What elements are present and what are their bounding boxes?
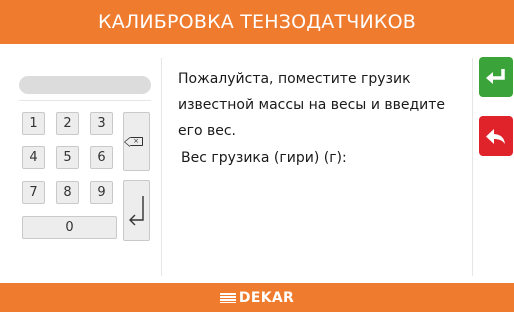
keypad-divider [161, 58, 162, 276]
key-2[interactable]: 2 [56, 112, 79, 135]
footer-bar: DEKAR [0, 283, 514, 312]
key-7[interactable]: 7 [22, 181, 45, 204]
keypad-separator [19, 100, 151, 101]
key-5[interactable]: 5 [56, 146, 79, 169]
enter-icon [128, 195, 144, 225]
key-6[interactable]: 6 [90, 146, 113, 169]
key-3[interactable]: 3 [90, 112, 113, 135]
brand-name: DEKAR [238, 289, 295, 306]
enter-button[interactable] [123, 180, 150, 241]
weight-label: Вес грузика (гири) (г): [181, 150, 347, 166]
instruction-text: Пожалуйста, поместите грузик известной м… [178, 71, 446, 139]
back-button[interactable] [479, 116, 513, 156]
key-4[interactable]: 4 [22, 146, 45, 169]
key-1[interactable]: 1 [22, 112, 45, 135]
value-display[interactable] [19, 76, 151, 94]
key-8[interactable]: 8 [56, 181, 79, 204]
key-9[interactable]: 9 [90, 181, 113, 204]
page-title: КАЛИБРОВКА ТЕНЗОДАТЧИКОВ [98, 11, 416, 33]
backspace-icon: × [124, 137, 143, 147]
undo-arrow-icon [486, 129, 505, 144]
header-bar: КАЛИБРОВКА ТЕНЗОДАТЧИКОВ [0, 0, 514, 44]
brand-logo-icon [219, 292, 236, 303]
enter-arrow-icon [486, 69, 505, 84]
key-0[interactable]: 0 [22, 216, 117, 239]
sidebar-divider [472, 58, 473, 276]
confirm-button[interactable] [479, 57, 513, 97]
backspace-button[interactable]: × [123, 112, 150, 171]
